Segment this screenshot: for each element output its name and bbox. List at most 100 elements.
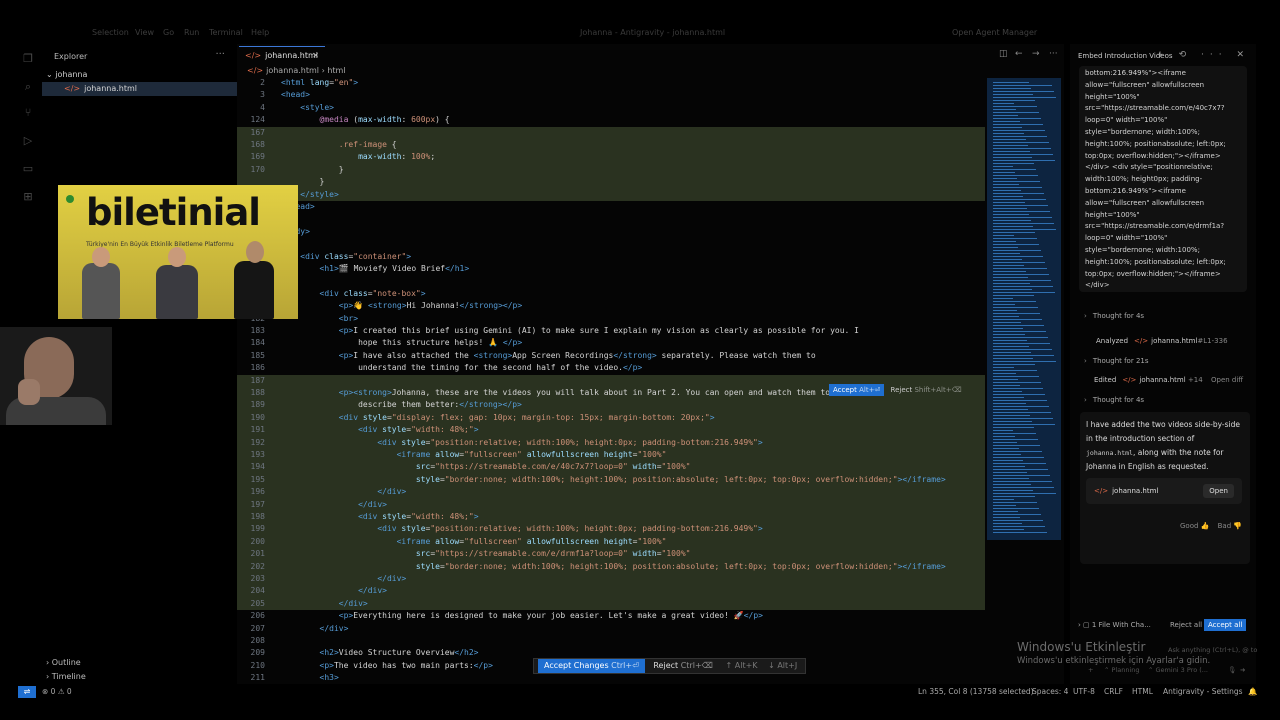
- split-editor-icon[interactable]: ◫: [999, 49, 1008, 59]
- code-line[interactable]: 167: [237, 126, 985, 139]
- breadcrumb-file[interactable]: johanna.html: [266, 66, 319, 75]
- menu-view[interactable]: View: [135, 28, 154, 37]
- code-view[interactable]: 2 <html lang="en"> 3 <head> 4 <style> 124 @me…: [237, 77, 985, 687]
- good-button[interactable]: Good 👍: [1180, 522, 1209, 530]
- code-line[interactable]: 169 max-width: 100%;: [237, 151, 985, 164]
- code-line[interactable]: 205 </div>: [237, 597, 985, 611]
- open-diff-link[interactable]: Open diff: [1211, 376, 1243, 384]
- search-icon[interactable]: ⌕: [21, 80, 35, 94]
- menu-help[interactable]: Help: [251, 28, 269, 37]
- edited-step[interactable]: Edited </> johanna.html +14 Open diff: [1094, 376, 1254, 384]
- minimap[interactable]: [987, 78, 1061, 540]
- more-actions-icon[interactable]: ···: [215, 49, 225, 60]
- code-line[interactable]: 2 <html lang="en">: [237, 77, 985, 90]
- bad-button[interactable]: Bad 👎: [1218, 522, 1243, 530]
- code-line[interactable]: 3 <head>: [237, 89, 985, 102]
- run-debug-icon[interactable]: ▷: [21, 134, 35, 148]
- code-line[interactable]: 195 style="border:none; width:100%; heig…: [237, 473, 985, 487]
- code-line[interactable]: 170 }: [237, 163, 985, 177]
- code-line[interactable]: 200 <iframe allow="fullscreen" allowfull…: [237, 535, 985, 549]
- previous-change-button[interactable]: ↑ Alt+K: [722, 659, 762, 673]
- timeline-section[interactable]: › Timeline: [46, 672, 86, 681]
- code-line[interactable]: 201 src="https://streamable.com/e/drmf1a…: [237, 548, 985, 561]
- file-johanna-html[interactable]: </> johanna.html: [42, 82, 237, 96]
- problems-indicator[interactable]: ⊗ 0 ⚠ 0: [42, 684, 72, 700]
- file-card[interactable]: </> johanna.html Open: [1086, 478, 1242, 504]
- chat-header-icons[interactable]: + ⟲ ··· ✕: [1156, 50, 1250, 60]
- eol-indicator[interactable]: CRLF: [1104, 684, 1123, 700]
- indentation-indicator[interactable]: Spaces: 4: [1032, 684, 1068, 700]
- code-line[interactable]: 189 describe them better:</strong></p>: [237, 399, 985, 412]
- cursor-position[interactable]: Ln 355, Col 8 (13758 selected): [918, 684, 1034, 700]
- inline-accept-button[interactable]: Accept Alt+⏎: [829, 384, 885, 396]
- breadcrumb-node[interactable]: html: [327, 66, 345, 75]
- code-line[interactable]: 197 </div>: [237, 498, 985, 511]
- code-line[interactable]: [237, 238, 985, 250]
- forward-arrow-icon[interactable]: →: [1032, 49, 1040, 59]
- code-line[interactable]: 190 <div style="display: flex; gap: 10px…: [237, 411, 985, 425]
- code-line[interactable]: </head>: [237, 201, 985, 213]
- code-line[interactable]: }: [237, 176, 985, 189]
- code-line[interactable]: 199 <div style="position:relative; width…: [237, 523, 985, 536]
- encoding-indicator[interactable]: UTF-8: [1073, 684, 1095, 700]
- code-line[interactable]: 168 .ref-image {: [237, 139, 985, 152]
- thought-row[interactable]: › Thought for 21s: [1084, 357, 1149, 365]
- close-icon[interactable]: ✕: [312, 47, 319, 65]
- notifications-bell-icon[interactable]: 🔔: [1248, 684, 1257, 700]
- remote-indicator-icon[interactable]: ⇌: [18, 686, 36, 698]
- code-line[interactable]: 211 <h3>: [237, 672, 985, 684]
- code-line[interactable]: 193 <iframe allow="fullscreen" allowfull…: [237, 449, 985, 462]
- remote-explorer-icon[interactable]: ▭: [21, 162, 35, 176]
- menu-terminal[interactable]: Terminal: [209, 28, 243, 37]
- source-control-icon[interactable]: ⑂: [21, 106, 35, 120]
- code-line[interactable]: 183 <p>I created this brief using Gemini…: [237, 325, 985, 337]
- code-line[interactable]: </style>: [237, 188, 985, 201]
- code-line[interactable]: 185 <p>I have also attached the <strong>…: [237, 350, 985, 362]
- menu-run[interactable]: Run: [184, 28, 199, 37]
- code-line[interactable]: 4 <style>: [237, 101, 985, 115]
- outline-section[interactable]: › Outline: [46, 658, 81, 667]
- menu-selection[interactable]: Selection: [92, 28, 129, 37]
- more-actions-icon[interactable]: ···: [1049, 49, 1058, 59]
- files-changed-label[interactable]: › ▢ 1 File With Cha...: [1078, 621, 1151, 629]
- code-line[interactable]: 186 understand the timing for the second…: [237, 362, 985, 374]
- files-icon[interactable]: ❐: [21, 52, 35, 66]
- inline-reject-button[interactable]: Reject Shift+Alt+⌫: [887, 384, 966, 396]
- code-line[interactable]: 208: [237, 635, 985, 647]
- open-agent-manager-button[interactable]: Open Agent Manager: [952, 28, 1037, 37]
- settings-link[interactable]: Antigravity - Settings: [1163, 684, 1243, 700]
- planning-mode-select[interactable]: ⌃ Planning: [1104, 666, 1140, 674]
- code-line[interactable]: 203 </div>: [237, 573, 985, 586]
- model-select[interactable]: ⌃ Gemini 3 Pro (...: [1148, 666, 1208, 674]
- code-line[interactable]: 204 </div>: [237, 585, 985, 598]
- analyzed-step[interactable]: Analyzed </> johanna.html#L1-336: [1096, 337, 1228, 345]
- code-line[interactable]: 192 <div style="position:relative; width…: [237, 436, 985, 449]
- thought-row[interactable]: › Thought for 4s: [1084, 396, 1144, 404]
- code-line[interactable]: <p>👋 <strong>Hi Johanna!</strong></p>: [237, 300, 985, 312]
- open-file-button[interactable]: Open: [1203, 484, 1234, 498]
- menu-go[interactable]: Go: [163, 28, 174, 37]
- code-line[interactable]: <div class="container">: [237, 251, 985, 263]
- language-mode[interactable]: HTML: [1132, 684, 1153, 700]
- code-line[interactable]: 198 <div style="width: 48%;">: [237, 511, 985, 524]
- add-context-icon[interactable]: +: [1088, 666, 1093, 674]
- code-line[interactable]: 207 </div>: [237, 623, 985, 635]
- code-line[interactable]: <div class="note-box">: [237, 288, 985, 300]
- microphone-icon[interactable]: 🎙: [1228, 666, 1236, 674]
- code-line[interactable]: 206 <p>Everything here is designed to ma…: [237, 610, 985, 622]
- reject-all-button[interactable]: Reject all: [1170, 618, 1202, 632]
- code-line[interactable]: 184 hope this structure helps! 🙏 </p>: [237, 337, 985, 349]
- accept-changes-button[interactable]: Accept Changes Ctrl+⏎: [538, 659, 645, 673]
- reject-changes-button[interactable]: Reject Ctrl+⌫: [647, 659, 719, 673]
- code-line[interactable]: 196 </div>: [237, 486, 985, 499]
- code-line[interactable]: [237, 275, 985, 287]
- extensions-icon[interactable]: ⊞: [21, 190, 35, 204]
- tab-johanna-html[interactable]: </> johanna.html ✕: [239, 46, 325, 64]
- code-line[interactable]: 182 <br>: [237, 313, 985, 325]
- thought-row[interactable]: › Thought for 4s: [1084, 312, 1144, 320]
- code-line[interactable]: <body>: [237, 226, 985, 238]
- send-icon[interactable]: ➜: [1240, 666, 1245, 674]
- code-line[interactable]: 191 <div style="width: 48%;">: [237, 424, 985, 437]
- code-line[interactable]: 202 style="border:none; width:100%; heig…: [237, 560, 985, 573]
- next-change-button[interactable]: ↓ Alt+J: [764, 659, 801, 673]
